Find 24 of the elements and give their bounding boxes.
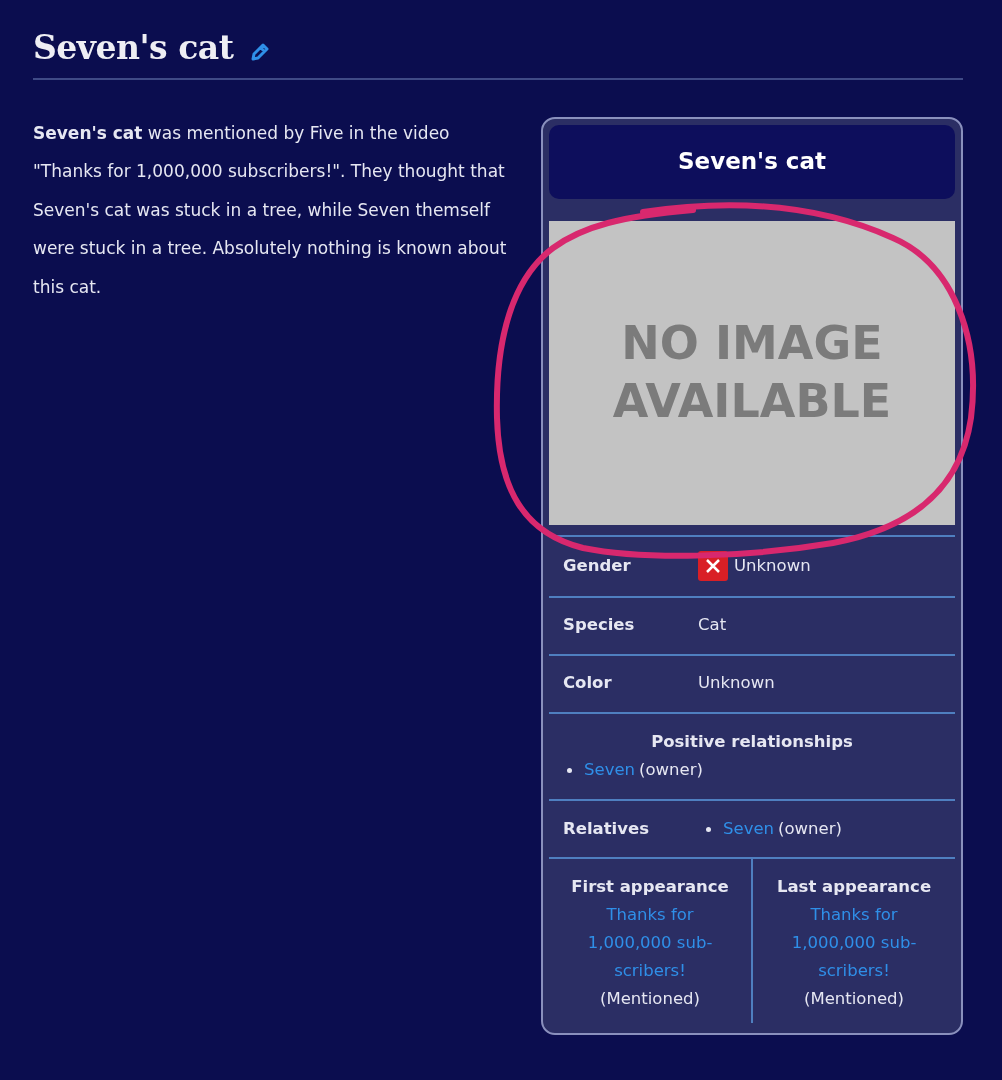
no-image-text: NO IMAGE AVAILABLE xyxy=(611,315,893,430)
appearance-label: First appearance xyxy=(571,877,729,897)
page-title: Seven's cat xyxy=(33,28,234,68)
relation-note: (owner) xyxy=(778,817,842,840)
relation-note: (owner) xyxy=(639,759,703,782)
episode-link[interactable]: Thanks for 1,000,000 sub-scribers! xyxy=(575,901,725,986)
field-label: Color xyxy=(563,672,613,695)
bullet-icon xyxy=(706,826,711,832)
appearance-note: (Mentioned) xyxy=(804,989,904,1009)
field-label: Species xyxy=(563,614,636,637)
field-value: Unknown xyxy=(698,672,775,695)
episode-link[interactable]: Thanks for 1,000,000 sub-scribers! xyxy=(779,901,929,986)
section-heading: Positive relationships xyxy=(651,731,853,751)
field-value: Unknown xyxy=(734,554,811,577)
field-label: Gender xyxy=(563,554,632,577)
intro-paragraph: Seven's cat was mentioned by Five in the video "Thanks for 1,000,000 subscribers!". They thought that Seven's cat was stuck in a tree, while Seven themself were stuck in a tree. Absolutely nothing is known about this cat. xyxy=(33,121,508,299)
field-value: Cat xyxy=(698,614,727,637)
bullet-icon xyxy=(567,768,572,774)
appearance-label: Last appearance xyxy=(776,877,932,897)
infobox-title: Seven's cat xyxy=(678,147,826,177)
character-link[interactable]: Seven xyxy=(584,758,635,784)
field-label: Relatives xyxy=(563,817,650,840)
appearance-note: (Mentioned) xyxy=(600,989,700,1009)
character-link[interactable]: Seven xyxy=(723,816,774,842)
